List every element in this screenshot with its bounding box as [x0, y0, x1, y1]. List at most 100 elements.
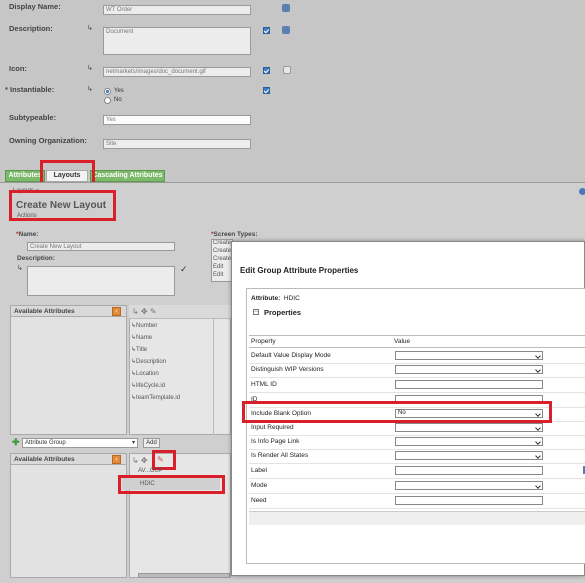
prop-include-blank-option: Include Blank Option [251, 410, 311, 417]
tree-action-icon[interactable]: ↳ ✥ ✎ [132, 307, 157, 316]
prop-html-id: HTML ID [251, 381, 277, 388]
globe-icon[interactable] [282, 4, 290, 12]
prop-distinguish-wip-versions: Distinguish WIP Versions [251, 366, 324, 373]
dialog-title: Edit Group Attribute Properties [240, 266, 359, 275]
required-mark: * [5, 85, 8, 94]
row-divider [249, 449, 585, 450]
label-input[interactable] [395, 466, 543, 475]
group-item-row[interactable] [122, 478, 220, 490]
row-divider [249, 435, 585, 436]
tab-cascading-attributes[interactable]: Cascading Attributes [90, 170, 165, 182]
instantiable-checkbox[interactable] [263, 87, 270, 94]
dialog-body: Attribute: HDIC − Properties Property Va… [246, 288, 585, 564]
instantiable-label: * Instantiable: [5, 85, 54, 94]
section-divider [249, 335, 585, 336]
list-item[interactable]: Edit [213, 264, 223, 270]
row-divider [249, 463, 585, 464]
layout-description-input[interactable] [27, 266, 175, 296]
available-attributes-header: Available Attributes [10, 305, 127, 317]
indent-arrow-icon: ↳ [87, 65, 93, 72]
icon-label: Icon: [9, 64, 27, 73]
description-label: Description: [9, 24, 53, 33]
name-label: *Name: [16, 231, 39, 238]
actions-menu[interactable]: Actions [17, 213, 37, 219]
row-divider [249, 377, 585, 378]
instantiable-no-label: No [114, 97, 122, 103]
attribute-group-text: Attribute Group [25, 440, 66, 446]
breadcrumb[interactable]: Layouts » [13, 188, 39, 194]
available-attributes-header-2: Available Attributes [10, 453, 127, 465]
row-divider [249, 493, 585, 494]
add-button[interactable]: Add [143, 438, 160, 448]
subtypeable-select[interactable]: Yes [103, 115, 251, 125]
distinguish-wip-versions-select[interactable] [395, 365, 543, 374]
add-group-icon: ✚ [12, 437, 20, 447]
is-render-all-states-select[interactable] [395, 451, 543, 460]
collapse-icon[interactable]: ‹ [112, 307, 121, 316]
list-item[interactable]: ↳teamTemplate.id [131, 394, 180, 401]
collapse-section-icon[interactable]: − [253, 309, 259, 315]
is-info-page-link-select[interactable] [395, 437, 543, 446]
html-id-input[interactable] [395, 380, 543, 389]
attribute-label-text: Attribute: [251, 295, 281, 302]
list-item[interactable]: ↳Name [131, 334, 152, 341]
row-divider [249, 478, 585, 479]
attribute-value: HDIC [283, 295, 300, 302]
owning-org-input[interactable]: Site [103, 139, 251, 149]
list-item[interactable]: ↳Location [131, 370, 159, 377]
display-name-label: Display Name: [9, 2, 61, 11]
layout-name-input[interactable]: Create New Layout [27, 242, 175, 251]
info-icon[interactable] [579, 188, 585, 195]
attribute-name: Description [136, 359, 167, 365]
tab-attributes[interactable]: Attributes [5, 170, 45, 182]
owning-org-label: Owning Organization: [9, 136, 87, 145]
attribute-group-select[interactable]: Attribute Group ▾ [22, 438, 138, 448]
row-divider [249, 508, 585, 509]
list-item[interactable]: ↳Number [131, 322, 157, 329]
attribute-label: Attribute: HDIC [251, 295, 300, 302]
need-input[interactable] [395, 496, 543, 505]
id-input[interactable] [395, 395, 543, 404]
indent-arrow-icon: ↳ [87, 86, 93, 93]
header-divider [249, 347, 585, 348]
row-divider [249, 392, 585, 393]
name-label-text: Name: [18, 231, 39, 238]
list-item[interactable]: ↳lifeCycle.id [131, 382, 165, 389]
edit-pencil-icon[interactable]: ✎ [157, 455, 164, 464]
description-checkbox[interactable] [263, 27, 270, 34]
instantiable-yes-radio[interactable] [104, 88, 111, 95]
list-item[interactable]: ↳Description [131, 358, 166, 365]
properties-section-title: Properties [264, 308, 302, 317]
instantiable-no-radio[interactable] [104, 97, 111, 104]
icon-path-input[interactable]: netmarkets/images/doc_document.gif [103, 67, 251, 77]
list-item[interactable]: Create [213, 240, 231, 246]
globe-icon[interactable] [282, 26, 290, 34]
available-attributes-panel-2 [10, 453, 127, 578]
group-title[interactable]: AV...OUP [138, 468, 163, 474]
group-item-hdic[interactable]: HDIC [140, 481, 155, 487]
list-item[interactable]: Edit [213, 272, 223, 278]
dialog-footer-bar [249, 511, 585, 525]
group-tree-toolbar-icons[interactable]: ↳ ✥ [132, 456, 148, 465]
list-item[interactable]: ↳Title [131, 346, 147, 353]
document-icon [283, 66, 291, 74]
list-item[interactable]: Create [213, 248, 231, 254]
input-required-select[interactable] [395, 423, 543, 432]
subtypeable-label: Subtypeable: [9, 113, 57, 122]
default-value-display-mode-select[interactable] [395, 351, 543, 360]
tab-layouts[interactable]: Layouts [46, 170, 88, 182]
screen-types-list[interactable]: Create Create Create Edit Edit [211, 239, 233, 282]
collapse-icon[interactable]: ‹ [112, 455, 121, 464]
description-input[interactable]: Document [103, 27, 251, 55]
display-name-input[interactable]: WT Order [103, 5, 251, 15]
horizontal-scrollbar[interactable] [138, 573, 230, 578]
instantiable-text: Instantiable: [10, 85, 55, 94]
mode-select[interactable] [395, 481, 543, 490]
instantiable-yes-label: Yes [114, 88, 124, 94]
attribute-name: Title [136, 347, 148, 353]
icon-checkbox[interactable] [263, 67, 270, 74]
screen-types-text: Screen Types: [213, 231, 258, 238]
list-item[interactable]: Create [213, 256, 231, 262]
include-blank-option-select[interactable]: No [395, 409, 543, 418]
breadcrumb-link[interactable]: Layouts [13, 188, 34, 194]
